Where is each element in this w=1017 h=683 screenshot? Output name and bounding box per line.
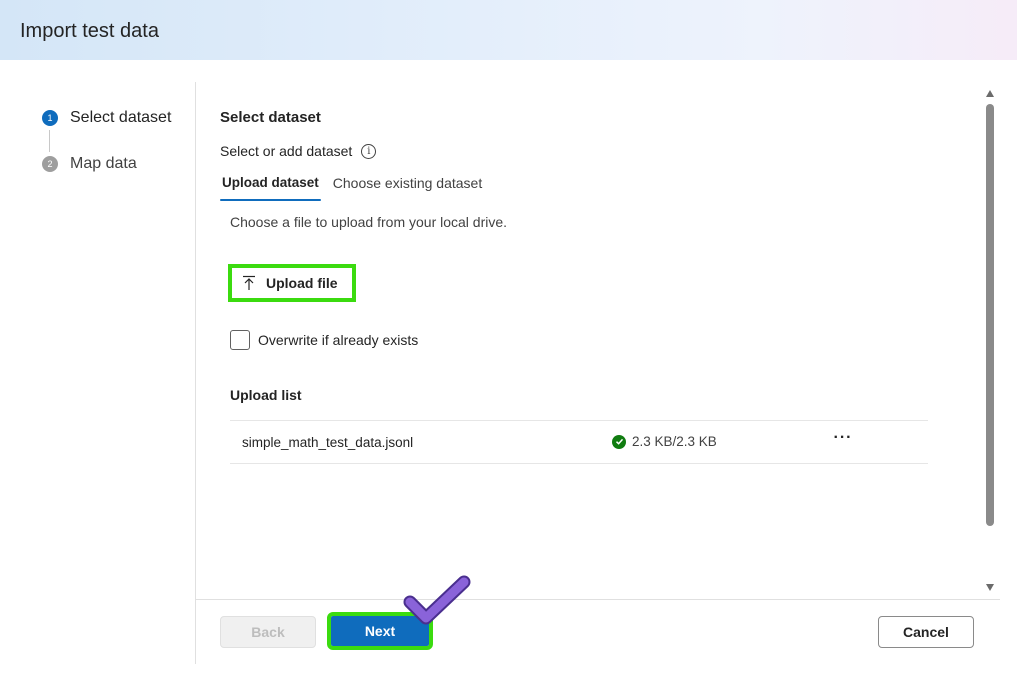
step-select-dataset[interactable]: 1 Select dataset — [42, 106, 171, 130]
scrollbar-thumb[interactable] — [986, 104, 994, 526]
overwrite-option[interactable]: Overwrite if already exists — [230, 330, 418, 350]
footer-divider — [196, 599, 1000, 600]
content-scrollbar[interactable] — [984, 82, 996, 598]
checkmark-icon — [403, 575, 471, 625]
scroll-down-arrow-icon[interactable] — [986, 584, 994, 591]
tab-choose-existing-dataset[interactable]: Choose existing dataset — [333, 175, 482, 201]
success-check-icon — [612, 434, 626, 449]
step-map-data[interactable]: 2 Map data — [42, 152, 137, 176]
upload-status: 2.3 KB/2.3 KB — [612, 434, 717, 449]
info-icon[interactable]: i — [361, 143, 377, 159]
content-panel: Select dataset Select or add dataset i U… — [196, 60, 984, 599]
dataset-field-label: Select or add dataset i — [220, 143, 377, 159]
tab-upload-dataset[interactable]: Upload dataset — [220, 175, 321, 201]
overwrite-checkbox[interactable] — [230, 330, 250, 350]
step-number: 2 — [42, 156, 58, 172]
upload-list: simple_math_test_data.jsonl 2.3 KB/2.3 K… — [230, 420, 928, 464]
upload-file-label: Upload file — [266, 275, 338, 291]
dialog-header: Import test data — [0, 0, 1017, 60]
more-options-icon[interactable]: ··· — [832, 429, 854, 453]
step-label: Select dataset — [70, 109, 172, 126]
section-title: Select dataset — [220, 109, 321, 126]
step-number: 1 — [42, 110, 58, 126]
import-test-data-dialog: Import test data 1 Select dataset 2 Map … — [0, 0, 1017, 683]
field-label-text: Select or add dataset — [220, 143, 353, 159]
wizard-stepper: 1 Select dataset 2 Map data — [0, 60, 195, 664]
upload-icon — [243, 275, 255, 290]
upload-file-button[interactable]: Upload file — [228, 264, 356, 302]
list-item: simple_math_test_data.jsonl 2.3 KB/2.3 K… — [230, 421, 928, 463]
dataset-tabs: Upload dataset Choose existing dataset — [220, 175, 496, 201]
overwrite-label: Overwrite if already exists — [258, 332, 419, 348]
upload-size-text: 2.3 KB/2.3 KB — [632, 434, 717, 449]
upload-list-title: Upload list — [230, 387, 302, 403]
file-name: simple_math_test_data.jsonl — [242, 435, 414, 450]
cancel-button[interactable]: Cancel — [878, 616, 974, 648]
upload-help-text: Choose a file to upload from your local … — [230, 214, 508, 230]
step-label: Map data — [70, 155, 137, 172]
step-connector — [49, 130, 50, 152]
dialog-title: Import test data — [20, 20, 159, 42]
scroll-up-arrow-icon[interactable] — [986, 90, 994, 97]
back-button[interactable]: Back — [220, 616, 316, 648]
